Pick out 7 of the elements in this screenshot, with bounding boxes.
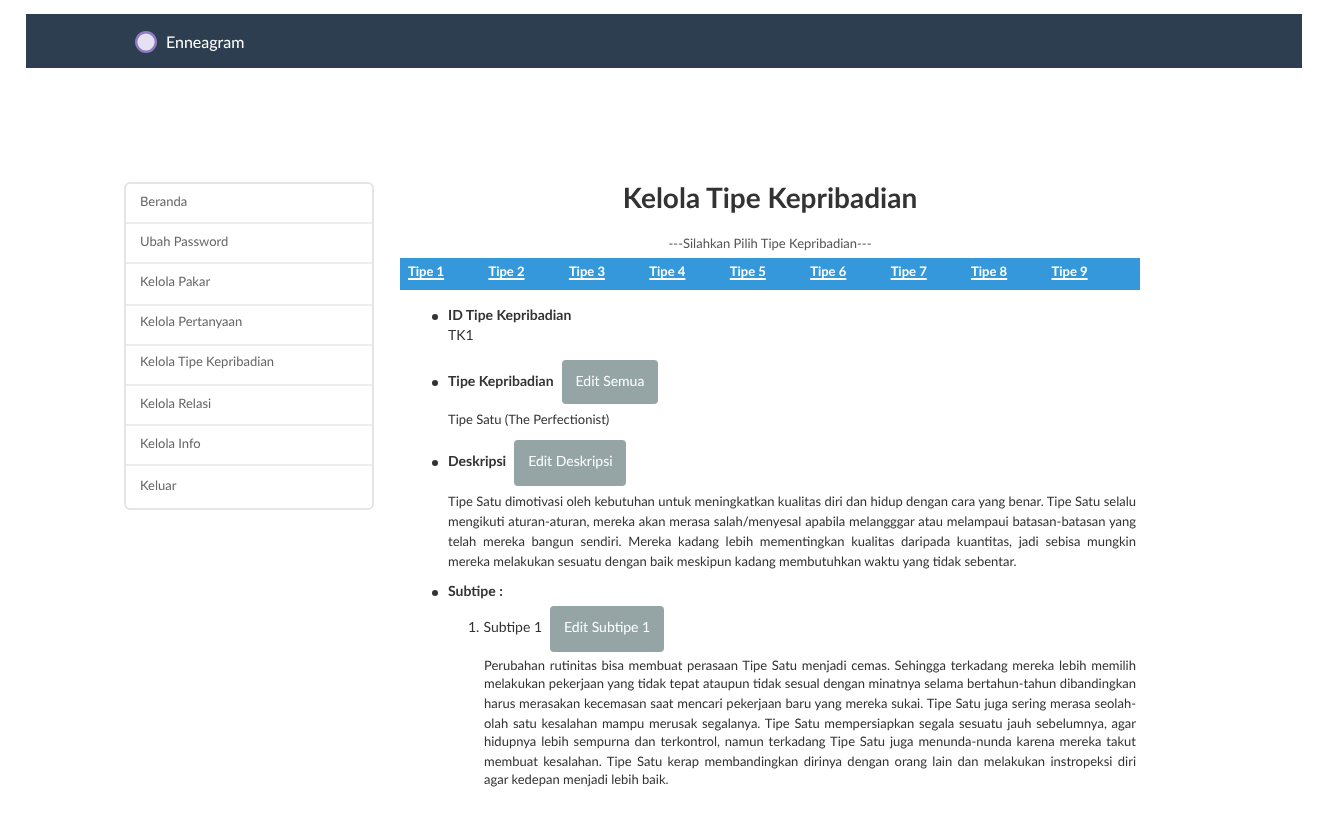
bullet-icon <box>432 460 438 466</box>
logo-icon <box>134 29 158 53</box>
bullet-icon <box>432 313 438 319</box>
page-title: Kelola Tipe Kepribadian <box>620 178 920 218</box>
bullet-icon <box>432 379 438 385</box>
bullet-icon <box>432 589 438 595</box>
brand-name[interactable]: Enneagram <box>166 29 245 53</box>
